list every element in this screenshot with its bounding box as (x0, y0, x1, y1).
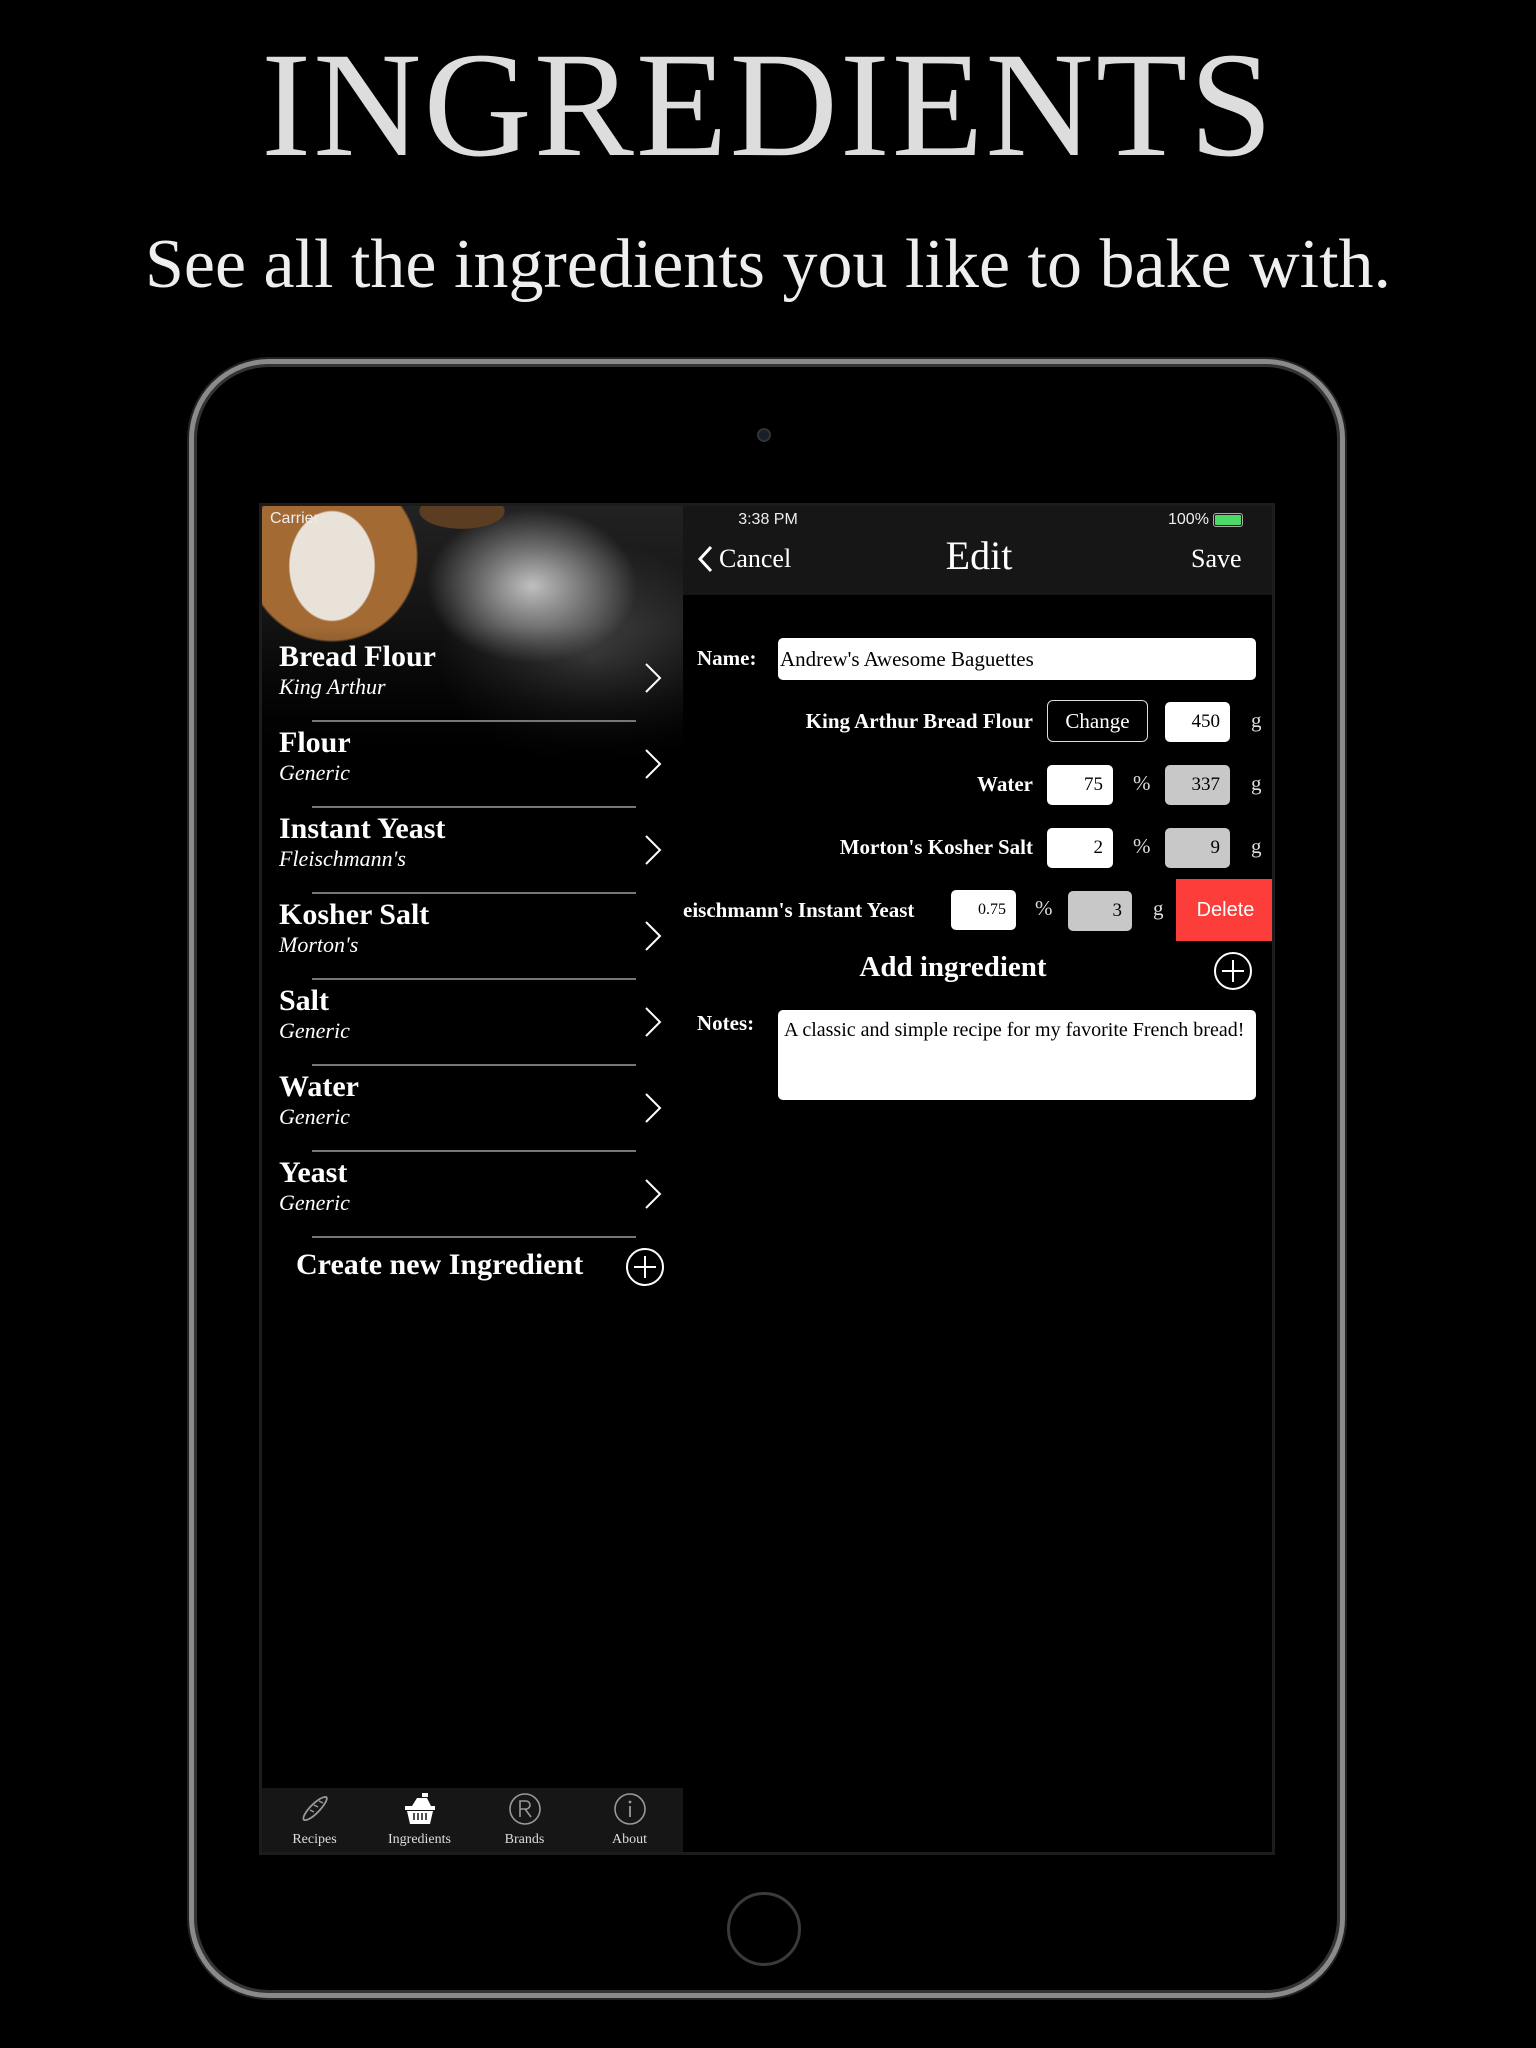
tab-label: Recipes (292, 1832, 337, 1847)
ingredient-list-item[interactable]: Kosher Salt Morton's (262, 894, 683, 980)
basket-icon (405, 1793, 435, 1824)
add-ingredient-button[interactable]: Add ingredient (683, 951, 1223, 984)
chevron-right-icon (645, 1007, 662, 1037)
ingredient-brand: Generic (279, 760, 350, 785)
tab-recipes[interactable]: Recipes (262, 1788, 367, 1852)
base-ingredient-label: King Arthur Bread Flour (805, 709, 1033, 733)
screen: Carrier Bread Flour King Arthur Flour Gener… (259, 503, 1275, 1855)
create-ingredient-button[interactable]: Create new Ingredient (296, 1248, 583, 1282)
chevron-right-icon (645, 663, 662, 693)
save-button[interactable]: Save (1191, 544, 1242, 574)
notes-input[interactable]: A classic and simple recipe for my favor… (778, 1010, 1256, 1100)
battery-percent: 100% (1168, 511, 1209, 528)
ingredient-name: Bread Flour (279, 640, 436, 673)
status-time: 3:38 PM (738, 511, 798, 528)
ingredient-list-item[interactable]: Bread Flour King Arthur (262, 636, 683, 722)
notes-label: Notes: (697, 1011, 755, 1035)
info-icon (614, 1793, 646, 1825)
percent-input[interactable]: 0.75 (951, 890, 1016, 930)
navigation-bar: 3:38 PM 100% Cancel Edit Save (683, 506, 1272, 595)
ingredient-row-label: eischmann's Instant Yeast (683, 898, 915, 922)
ingredients-pane: Carrier Bread Flour King Arthur Flour Gener… (262, 506, 683, 1852)
change-button[interactable]: Change (1047, 700, 1148, 742)
ingredient-row-label: Morton's Kosher Salt (839, 835, 1033, 859)
percent-input[interactable]: 75 (1047, 765, 1113, 805)
bread-icon (302, 1796, 328, 1821)
home-button[interactable] (727, 1892, 801, 1966)
ingredient-row-label: Water (977, 772, 1033, 796)
percent-input[interactable]: 2 (1047, 828, 1113, 868)
grams-value: 337 (1165, 765, 1230, 805)
ingredient-name: Kosher Salt (279, 898, 430, 931)
tab-about[interactable]: About (577, 1788, 682, 1852)
tab-bar: Recipes Ingredients Brands About (262, 1788, 683, 1852)
grams-value: 3 (1068, 891, 1132, 931)
grams-unit: g (1153, 896, 1164, 920)
ingredient-brand: King Arthur (279, 674, 386, 699)
percent-unit: % (1035, 896, 1053, 920)
ingredient-brand: Generic (279, 1190, 350, 1215)
camera (757, 428, 771, 442)
tab-label: Ingredients (388, 1832, 451, 1847)
ingredient-list-item[interactable]: Flour Generic (262, 722, 683, 808)
battery-icon (1213, 513, 1243, 527)
ingredient-name: Salt (279, 984, 330, 1017)
ingredient-list-item[interactable]: Yeast Generic (262, 1152, 683, 1238)
promo-title: INGREDIENTS (261, 22, 1275, 188)
registered-icon (509, 1793, 541, 1825)
name-input[interactable]: Andrew's Awesome Baguettes (778, 638, 1256, 680)
chevron-right-icon (645, 749, 662, 779)
ingredient-list-item[interactable]: Instant Yeast Fleischmann's (262, 808, 683, 894)
ingredient-list-item[interactable]: Water Generic (262, 1066, 683, 1152)
delete-button[interactable]: Delete (1176, 879, 1272, 941)
percent-unit: % (1133, 834, 1151, 858)
grams-value: 9 (1165, 828, 1230, 868)
chevron-right-icon (645, 1093, 662, 1123)
percent-unit: % (1133, 771, 1151, 795)
ingredient-brand: Generic (279, 1104, 350, 1129)
plus-circle-icon[interactable] (625, 1247, 665, 1287)
row-separator (312, 1236, 636, 1238)
ingredient-name: Flour (279, 726, 351, 759)
ingredient-name: Instant Yeast (279, 812, 446, 845)
plus-circle-icon[interactable] (1213, 951, 1253, 991)
ingredient-list-item[interactable]: Salt Generic (262, 980, 683, 1066)
ingredient-brand: Generic (279, 1018, 350, 1043)
chevron-right-icon (645, 1179, 662, 1209)
tab-label: About (612, 1832, 647, 1847)
tab-brands[interactable]: Brands (472, 1788, 577, 1852)
grams-unit: g (1251, 771, 1262, 795)
promo-subtitle: See all the ingredients you like to bake… (144, 226, 1392, 303)
chevron-right-icon (645, 835, 662, 865)
tab-label: Brands (504, 1832, 545, 1847)
ingredient-name: Water (279, 1070, 359, 1103)
ingredient-brand: Morton's (279, 932, 359, 957)
tab-ingredients[interactable]: Ingredients (367, 1788, 472, 1852)
name-label: Name: (697, 646, 757, 670)
grams-unit: g (1251, 708, 1262, 732)
grams-unit: g (1251, 834, 1262, 858)
ingredient-brand: Fleischmann's (279, 846, 406, 871)
nav-title: Edit (945, 533, 1013, 578)
carrier-label: Carrier (270, 510, 319, 527)
chevron-right-icon (645, 921, 662, 951)
ingredient-name: Yeast (279, 1156, 348, 1189)
base-grams-input[interactable]: 450 (1165, 702, 1230, 742)
edit-pane: 3:38 PM 100% Cancel Edit Save Name: Andr… (683, 506, 1272, 1852)
